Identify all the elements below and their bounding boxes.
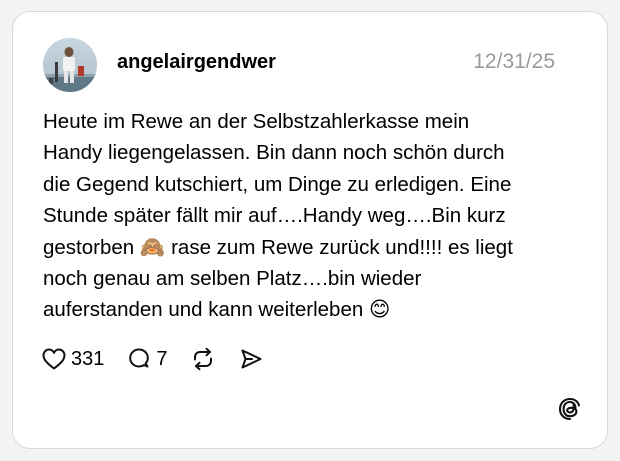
post-text: Heute im Rewe an der Selbstzahlerkasse m… <box>43 110 513 322</box>
heart-icon <box>42 348 66 370</box>
avatar-photo <box>43 38 97 92</box>
post-actions: 331 7 <box>41 344 286 374</box>
like-button[interactable]: 331 <box>41 347 104 371</box>
avatar[interactable] <box>43 38 97 92</box>
share-button[interactable] <box>238 346 264 372</box>
username[interactable]: angelairgendwer <box>117 51 276 74</box>
reply-count: 7 <box>156 347 168 370</box>
repost-button[interactable] <box>190 346 216 372</box>
like-count: 331 <box>71 347 105 370</box>
reply-icon <box>129 348 150 368</box>
threads-logo-icon[interactable] <box>557 396 583 422</box>
repost-icon <box>193 347 212 371</box>
share-icon <box>241 349 261 369</box>
post-date: 12/31/25 <box>473 50 555 73</box>
reply-button[interactable]: 7 <box>126 346 168 372</box>
post-card: angelairgendwer 12/31/25 Heute im Rewe a… <box>12 11 608 449</box>
